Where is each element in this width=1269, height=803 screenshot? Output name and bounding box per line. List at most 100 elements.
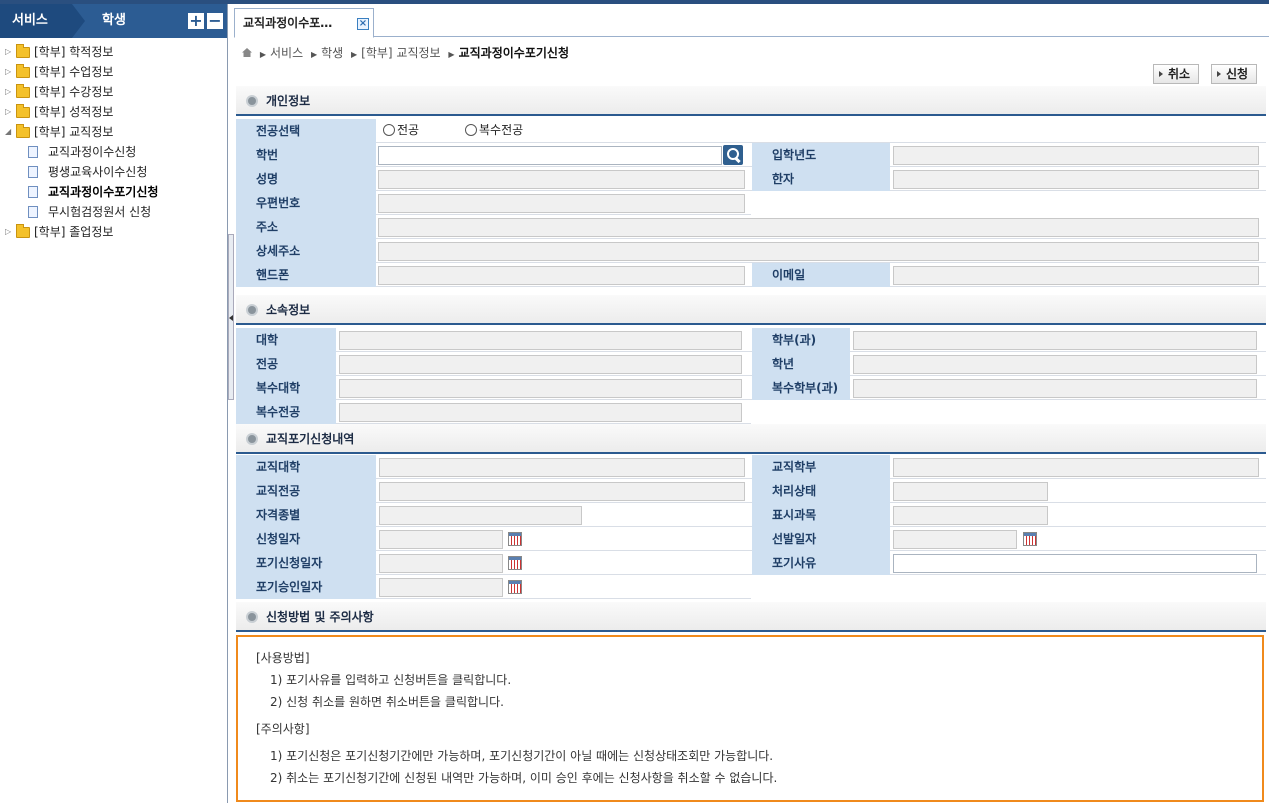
- expand-arrow-icon[interactable]: ▷: [5, 62, 11, 82]
- label-cert-type: 자격종별: [236, 503, 376, 527]
- radio-double-major[interactable]: [465, 124, 477, 136]
- approve-date-field: [379, 578, 503, 597]
- chevron-right-icon: ▶: [310, 50, 318, 59]
- sidebar-header: 서비스 학생 + −: [0, 4, 227, 38]
- row-phone: 핸드폰 이메일: [236, 263, 1266, 287]
- student-no-input[interactable]: [378, 146, 722, 165]
- section-affiliation: 소속정보: [236, 295, 1266, 325]
- breadcrumb-item: 서비스: [269, 46, 304, 60]
- row-major: 전공 학년: [236, 352, 1266, 376]
- menu-tree: ▷ [학부] 학적정보 ▷ [학부] 수업정보 ▷ [학부] 수강정보 ▷ [학부] 성…: [0, 38, 227, 242]
- entry-year-field: [893, 146, 1259, 165]
- expand-arrow-icon[interactable]: ▷: [5, 222, 11, 242]
- tree-item-teaching-giveup[interactable]: 교직과정이수포기신청: [0, 182, 227, 202]
- calendar-icon[interactable]: [508, 580, 522, 594]
- section-personal-info: 개인정보: [236, 86, 1266, 116]
- radio-major-label: 전공: [397, 123, 420, 137]
- label-teaching-college: 교직대학: [236, 455, 376, 479]
- breadcrumb-current: 교직과정이수포기신청: [458, 46, 569, 60]
- collapse-all-button[interactable]: −: [207, 13, 223, 29]
- cancel-button[interactable]: 취소: [1153, 64, 1199, 84]
- chevron-right-icon: ▶: [259, 50, 266, 59]
- label-address: 주소: [236, 215, 376, 239]
- expand-arrow-icon[interactable]: ▷: [5, 82, 11, 102]
- apply-date-field: [379, 530, 503, 549]
- label-address-detail: 상세주소: [236, 239, 376, 263]
- sidebar: 서비스 학생 + − ▷ [학부] 학적정보 ▷ [학부] 수업정보 ▷ [학부] 수…: [0, 4, 228, 803]
- usage-item: 1) 포기사유를 입력하고 신청버튼을 클릭합니다.: [270, 673, 512, 687]
- label-entry-year: 입학년도: [752, 143, 890, 167]
- tree-item-exam-free-apply[interactable]: 무시험검정원서 신청: [0, 202, 227, 222]
- apply-button[interactable]: 신청: [1211, 64, 1257, 84]
- teaching-dept-field: [893, 458, 1259, 477]
- label-subject: 표시과목: [752, 503, 890, 527]
- folder-icon: [16, 84, 30, 98]
- tree-folder-academic-record[interactable]: ▷ [학부] 학적정보: [0, 42, 227, 62]
- row-approve-date: 포기승인일자: [236, 575, 751, 599]
- caution-item: 1) 포기신청은 포기신청기간에만 가능하며, 포기신청기간이 아닐 때에는 신…: [270, 749, 774, 763]
- tree-folder-grades[interactable]: ▷ [학부] 성적정보: [0, 102, 227, 122]
- label-status: 처리상태: [752, 479, 890, 503]
- name-field: [378, 170, 745, 189]
- double-college-field: [339, 379, 742, 398]
- label-apply-date: 신청일자: [236, 527, 376, 551]
- label-double-major: 복수전공: [236, 400, 336, 424]
- document-icon: [28, 166, 38, 178]
- expand-arrow-icon[interactable]: ▷: [5, 102, 11, 122]
- status-field: [893, 482, 1048, 501]
- tree-folder-class[interactable]: ▷ [학부] 수업정보: [0, 62, 227, 82]
- calendar-icon[interactable]: [1023, 532, 1037, 546]
- home-icon[interactable]: [242, 48, 252, 57]
- grade-field: [853, 355, 1257, 374]
- student-menu-label[interactable]: 학생: [102, 4, 126, 38]
- tree-item-teaching-apply[interactable]: 교직과정이수신청: [0, 142, 227, 162]
- row-teaching-major: 교직전공 처리상태: [236, 479, 1266, 503]
- section-notice: 신청방법 및 주의사항: [236, 602, 1266, 632]
- tree-label: [학부] 졸업정보: [34, 225, 114, 239]
- row-teaching-college: 교직대학 교직학부: [236, 455, 1266, 479]
- folder-icon: [16, 224, 30, 238]
- tree-label: 무시험검정원서 신청: [48, 205, 152, 219]
- subject-field: [893, 506, 1048, 525]
- calendar-icon[interactable]: [508, 556, 522, 570]
- section-title: 소속정보: [266, 303, 311, 317]
- collapse-arrow-icon[interactable]: ◢: [5, 122, 11, 142]
- tab-teaching-giveup[interactable]: 교직과정이수포… ×: [234, 8, 374, 38]
- radio-major[interactable]: [383, 124, 395, 136]
- label-phone: 핸드폰: [236, 263, 376, 287]
- row-giveup-date: 포기신청일자 포기사유: [236, 551, 1266, 575]
- sidebar-splitter[interactable]: [228, 234, 234, 400]
- expand-arrow-icon[interactable]: ▷: [5, 42, 11, 62]
- dept-field: [853, 331, 1257, 350]
- tree-label: 평생교육사이수신청: [48, 165, 148, 179]
- close-icon[interactable]: ×: [357, 18, 369, 30]
- service-menu-button[interactable]: 서비스: [0, 4, 85, 38]
- address-detail-field: [378, 242, 1259, 261]
- tree-label: 교직과정이수포기신청: [48, 185, 159, 199]
- tree-item-lifelong-apply[interactable]: 평생교육사이수신청: [0, 162, 227, 182]
- chevron-right-icon: ▶: [351, 50, 358, 59]
- label-college: 대학: [236, 328, 336, 352]
- giveup-reason-input[interactable]: [893, 554, 1257, 573]
- row-zip: 우편번호: [236, 191, 751, 215]
- select-date-field: [893, 530, 1017, 549]
- email-field: [893, 266, 1259, 285]
- label-teaching-dept: 교직학부: [752, 455, 890, 479]
- search-icon[interactable]: [723, 145, 743, 165]
- double-dept-field: [853, 379, 1257, 398]
- row-double-major: 복수전공: [236, 400, 751, 424]
- notice-box: [사용방법] 1) 포기사유를 입력하고 신청버튼을 클릭합니다. 2) 신청 …: [236, 635, 1264, 802]
- tree-folder-teaching[interactable]: ◢ [학부] 교직정보: [0, 122, 227, 142]
- hanja-field: [893, 170, 1259, 189]
- tree-label: [학부] 성적정보: [34, 105, 114, 119]
- double-major-field: [339, 403, 742, 422]
- usage-heading: [사용방법]: [256, 651, 310, 665]
- caution-item: 2) 취소는 포기신청기간에 신청된 내역만 가능하며, 이미 승인 후에는 신…: [270, 771, 778, 785]
- tree-folder-enrollment[interactable]: ▷ [학부] 수강정보: [0, 82, 227, 102]
- expand-all-button[interactable]: +: [188, 13, 204, 29]
- tree-folder-graduation[interactable]: ▷ [학부] 졸업정보: [0, 222, 227, 242]
- calendar-icon[interactable]: [508, 532, 522, 546]
- breadcrumb-item: [학부] 교직정보: [361, 46, 441, 60]
- label-double-dept: 복수학부(과): [752, 376, 850, 400]
- folder-icon: [16, 64, 30, 78]
